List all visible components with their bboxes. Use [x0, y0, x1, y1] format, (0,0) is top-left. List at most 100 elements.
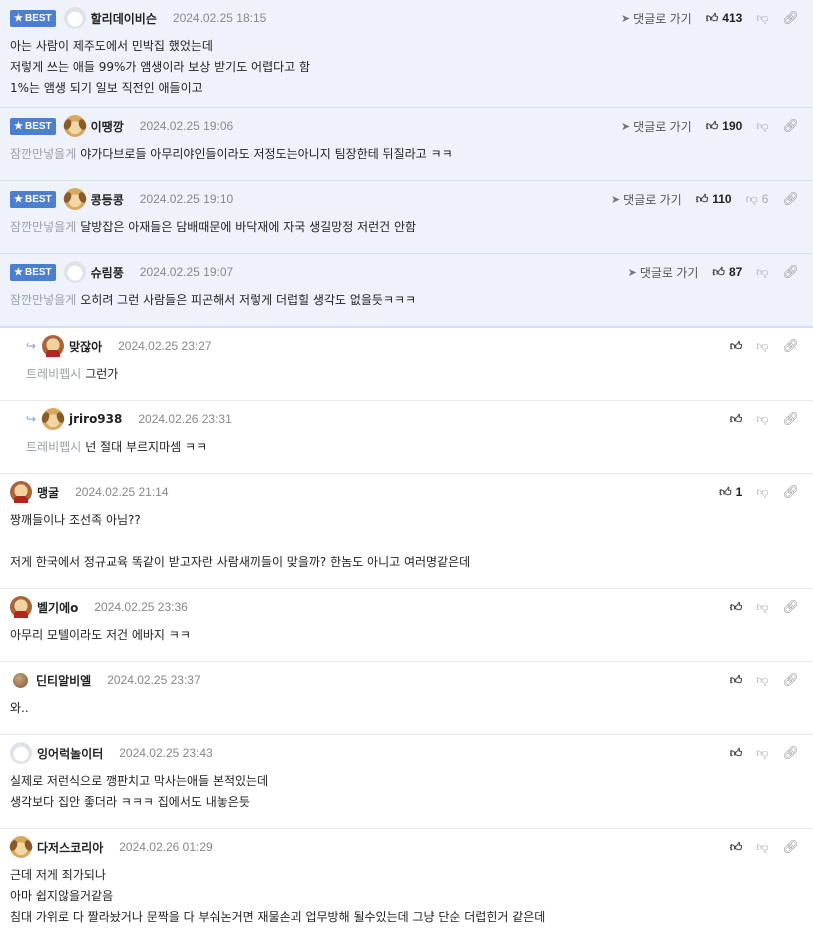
dislike-button[interactable]: 👎︎	[756, 840, 768, 855]
mention[interactable]: 잠깐만넣을게	[10, 293, 76, 307]
dislike-button[interactable]: 👎︎	[756, 265, 768, 280]
comment-header: ★ BEST 콩등콩 2024.02.25 19:10	[10, 188, 233, 210]
comment-item: ★ BEST 콩등콩 2024.02.25 19:10 ➤ 댓글로 가기 👍︎ 110…	[0, 181, 813, 254]
like-button[interactable]: 👍︎ 190	[706, 119, 743, 134]
link-icon[interactable]: 🔗︎	[782, 599, 799, 615]
mention[interactable]: 잠깐만넣을게	[10, 147, 76, 161]
avatar[interactable]	[42, 408, 64, 430]
like-button[interactable]: 👍︎	[730, 840, 743, 855]
comment-body: 실제로 저런식으로 깽판치고 막사는애들 본적있는데 생각보다 집안 좋더라 ㅋ…	[10, 774, 269, 809]
comment-body: 잠깐만넣을게 야가다브로들 아무리야인들이라도 저정도는아니지 팀장한테 뒤질라고…	[10, 147, 453, 161]
comment-actions: ➤ 댓글로 가기 👍︎ 110 👎︎ 6 🔗︎	[611, 190, 799, 208]
thumbs-down-icon: 👎︎	[756, 672, 769, 687]
link-icon[interactable]: 🔗︎	[782, 411, 799, 427]
nickname[interactable]: 잉어럭놀이터	[37, 745, 103, 762]
like-button[interactable]: 👍︎	[730, 339, 743, 354]
like-button[interactable]: 👍︎	[730, 600, 743, 615]
nickname[interactable]: 맞잖아	[69, 338, 102, 355]
like-button[interactable]: 👍︎ 110	[696, 192, 732, 207]
comment-actions: 👍︎ 👎︎ 🔗︎	[730, 671, 799, 689]
avatar[interactable]	[63, 7, 86, 29]
like-button[interactable]: 👍︎ 413	[706, 11, 743, 26]
like-button[interactable]: 👍︎	[730, 412, 743, 427]
nickname[interactable]: 다저스코리아	[37, 839, 103, 856]
dislike-button[interactable]: 👎︎	[756, 746, 768, 761]
avatar[interactable]	[42, 335, 64, 357]
link-icon[interactable]: 🔗︎	[782, 338, 799, 354]
reply-arrow-icon: ↪	[26, 412, 37, 426]
dislike-count: 6	[761, 192, 769, 206]
nickname[interactable]: 이땡깡	[91, 118, 124, 135]
link-icon[interactable]: 🔗︎	[782, 672, 799, 688]
dislike-button[interactable]: 👎︎	[756, 485, 768, 500]
timestamp: 2024.02.25 23:36	[94, 600, 188, 614]
dislike-button[interactable]: 👎︎	[756, 412, 768, 427]
like-button[interactable]: 👍︎	[730, 673, 743, 688]
goto-comment-button[interactable]: ➤ 댓글로 가기	[621, 10, 692, 27]
goto-comment-button[interactable]: ➤ 댓글로 가기	[628, 264, 699, 281]
star-icon: ★	[14, 193, 23, 205]
link-icon[interactable]: 🔗︎	[782, 745, 799, 761]
comment-header: ★ BEST 할리데이비슨 2024.02.25 18:15	[10, 7, 266, 29]
like-count: 413	[722, 11, 743, 25]
avatar[interactable]	[10, 481, 32, 503]
comment-item: 맹굴 2024.02.25 21:14 👍︎ 1 👎︎ 🔗︎ 짱깨들이나 조선족 …	[0, 474, 813, 589]
avatar[interactable]	[10, 596, 32, 618]
dislike-button[interactable]: 👎︎	[756, 600, 768, 615]
mention[interactable]: 잠깐만넣을게	[10, 220, 76, 234]
comment-header: 맹굴 2024.02.25 21:14	[10, 481, 169, 503]
dislike-button[interactable]: 👎︎	[756, 339, 768, 354]
best-badge: ★ BEST	[10, 263, 56, 281]
like-button[interactable]: 👍︎	[730, 746, 743, 761]
dislike-button[interactable]: 👎︎	[756, 673, 768, 688]
thumbs-up-icon: 👍︎	[729, 839, 743, 854]
nickname[interactable]: 딘티알비엘	[36, 672, 91, 689]
nickname[interactable]: jriro938	[69, 412, 122, 426]
dislike-button[interactable]: 👎︎	[756, 11, 768, 26]
mention[interactable]: 트레비펩시	[26, 440, 81, 454]
mention[interactable]: 트레비펩시	[26, 367, 81, 381]
thumbs-down-icon: 👎︎	[756, 411, 769, 426]
link-icon[interactable]: 🔗︎	[782, 191, 799, 207]
avatar[interactable]	[13, 672, 28, 688]
avatar[interactable]	[63, 261, 86, 283]
comment-body: 아는 사람이 제주도에서 민박집 했었는데 저렇게 쓰는 애들 99%가 앰생이…	[10, 39, 311, 95]
star-icon: ★	[14, 120, 23, 132]
link-icon[interactable]: 🔗︎	[782, 118, 799, 134]
nickname[interactable]: 할리데이비슨	[91, 10, 157, 27]
link-icon[interactable]: 🔗︎	[782, 839, 799, 855]
dislike-button[interactable]: 👎︎ 6	[746, 192, 769, 207]
like-button[interactable]: 👍︎ 87	[712, 265, 742, 280]
thumbs-down-icon: 👎︎	[756, 264, 769, 279]
thumbs-up-icon: 👍︎	[729, 411, 743, 426]
avatar[interactable]	[10, 742, 32, 764]
thumbs-up-icon: 👍︎	[705, 10, 719, 25]
comment-actions: 👍︎ 👎︎ 🔗︎	[730, 410, 799, 428]
nickname[interactable]: 벨기에o	[37, 599, 78, 616]
comment-actions: 👍︎ 👎︎ 🔗︎	[730, 337, 799, 355]
like-button[interactable]: 👍︎ 1	[719, 485, 742, 500]
comment-header: 잉어럭놀이터 2024.02.25 23:43	[10, 742, 213, 764]
nickname[interactable]: 콩등콩	[91, 191, 124, 208]
comment-actions: ➤ 댓글로 가기 👍︎ 87 👎︎ 🔗︎	[628, 263, 799, 281]
dislike-button[interactable]: 👎︎	[756, 119, 768, 134]
comment-actions: 👍︎ 👎︎ 🔗︎	[730, 838, 799, 856]
comment-header: ↪ jriro938 2024.02.26 23:31	[26, 408, 232, 430]
thumbs-up-icon: 👍︎	[705, 118, 719, 133]
nickname[interactable]: 맹굴	[37, 484, 59, 501]
comment-header: 다저스코리아 2024.02.26 01:29	[10, 836, 213, 858]
link-icon[interactable]: 🔗︎	[782, 484, 799, 500]
comment-header: ★ BEST 슈림풍 2024.02.25 19:07	[10, 261, 233, 283]
comment-body: 트레비펩시 넌 절대 부르지마셈 ㅋㅋ	[26, 440, 208, 454]
goto-comment-button[interactable]: ➤ 댓글로 가기	[621, 118, 692, 135]
thumbs-up-icon: 👍︎	[719, 484, 732, 499]
goto-comment-button[interactable]: ➤ 댓글로 가기	[611, 191, 682, 208]
avatar[interactable]	[63, 188, 86, 210]
nickname[interactable]: 슈림풍	[91, 264, 124, 281]
like-count: 1	[735, 485, 743, 499]
link-icon[interactable]: 🔗︎	[782, 264, 799, 280]
best-badge: ★ BEST	[10, 117, 56, 135]
avatar[interactable]	[63, 115, 86, 137]
avatar[interactable]	[10, 836, 32, 858]
link-icon[interactable]: 🔗︎	[782, 10, 799, 26]
